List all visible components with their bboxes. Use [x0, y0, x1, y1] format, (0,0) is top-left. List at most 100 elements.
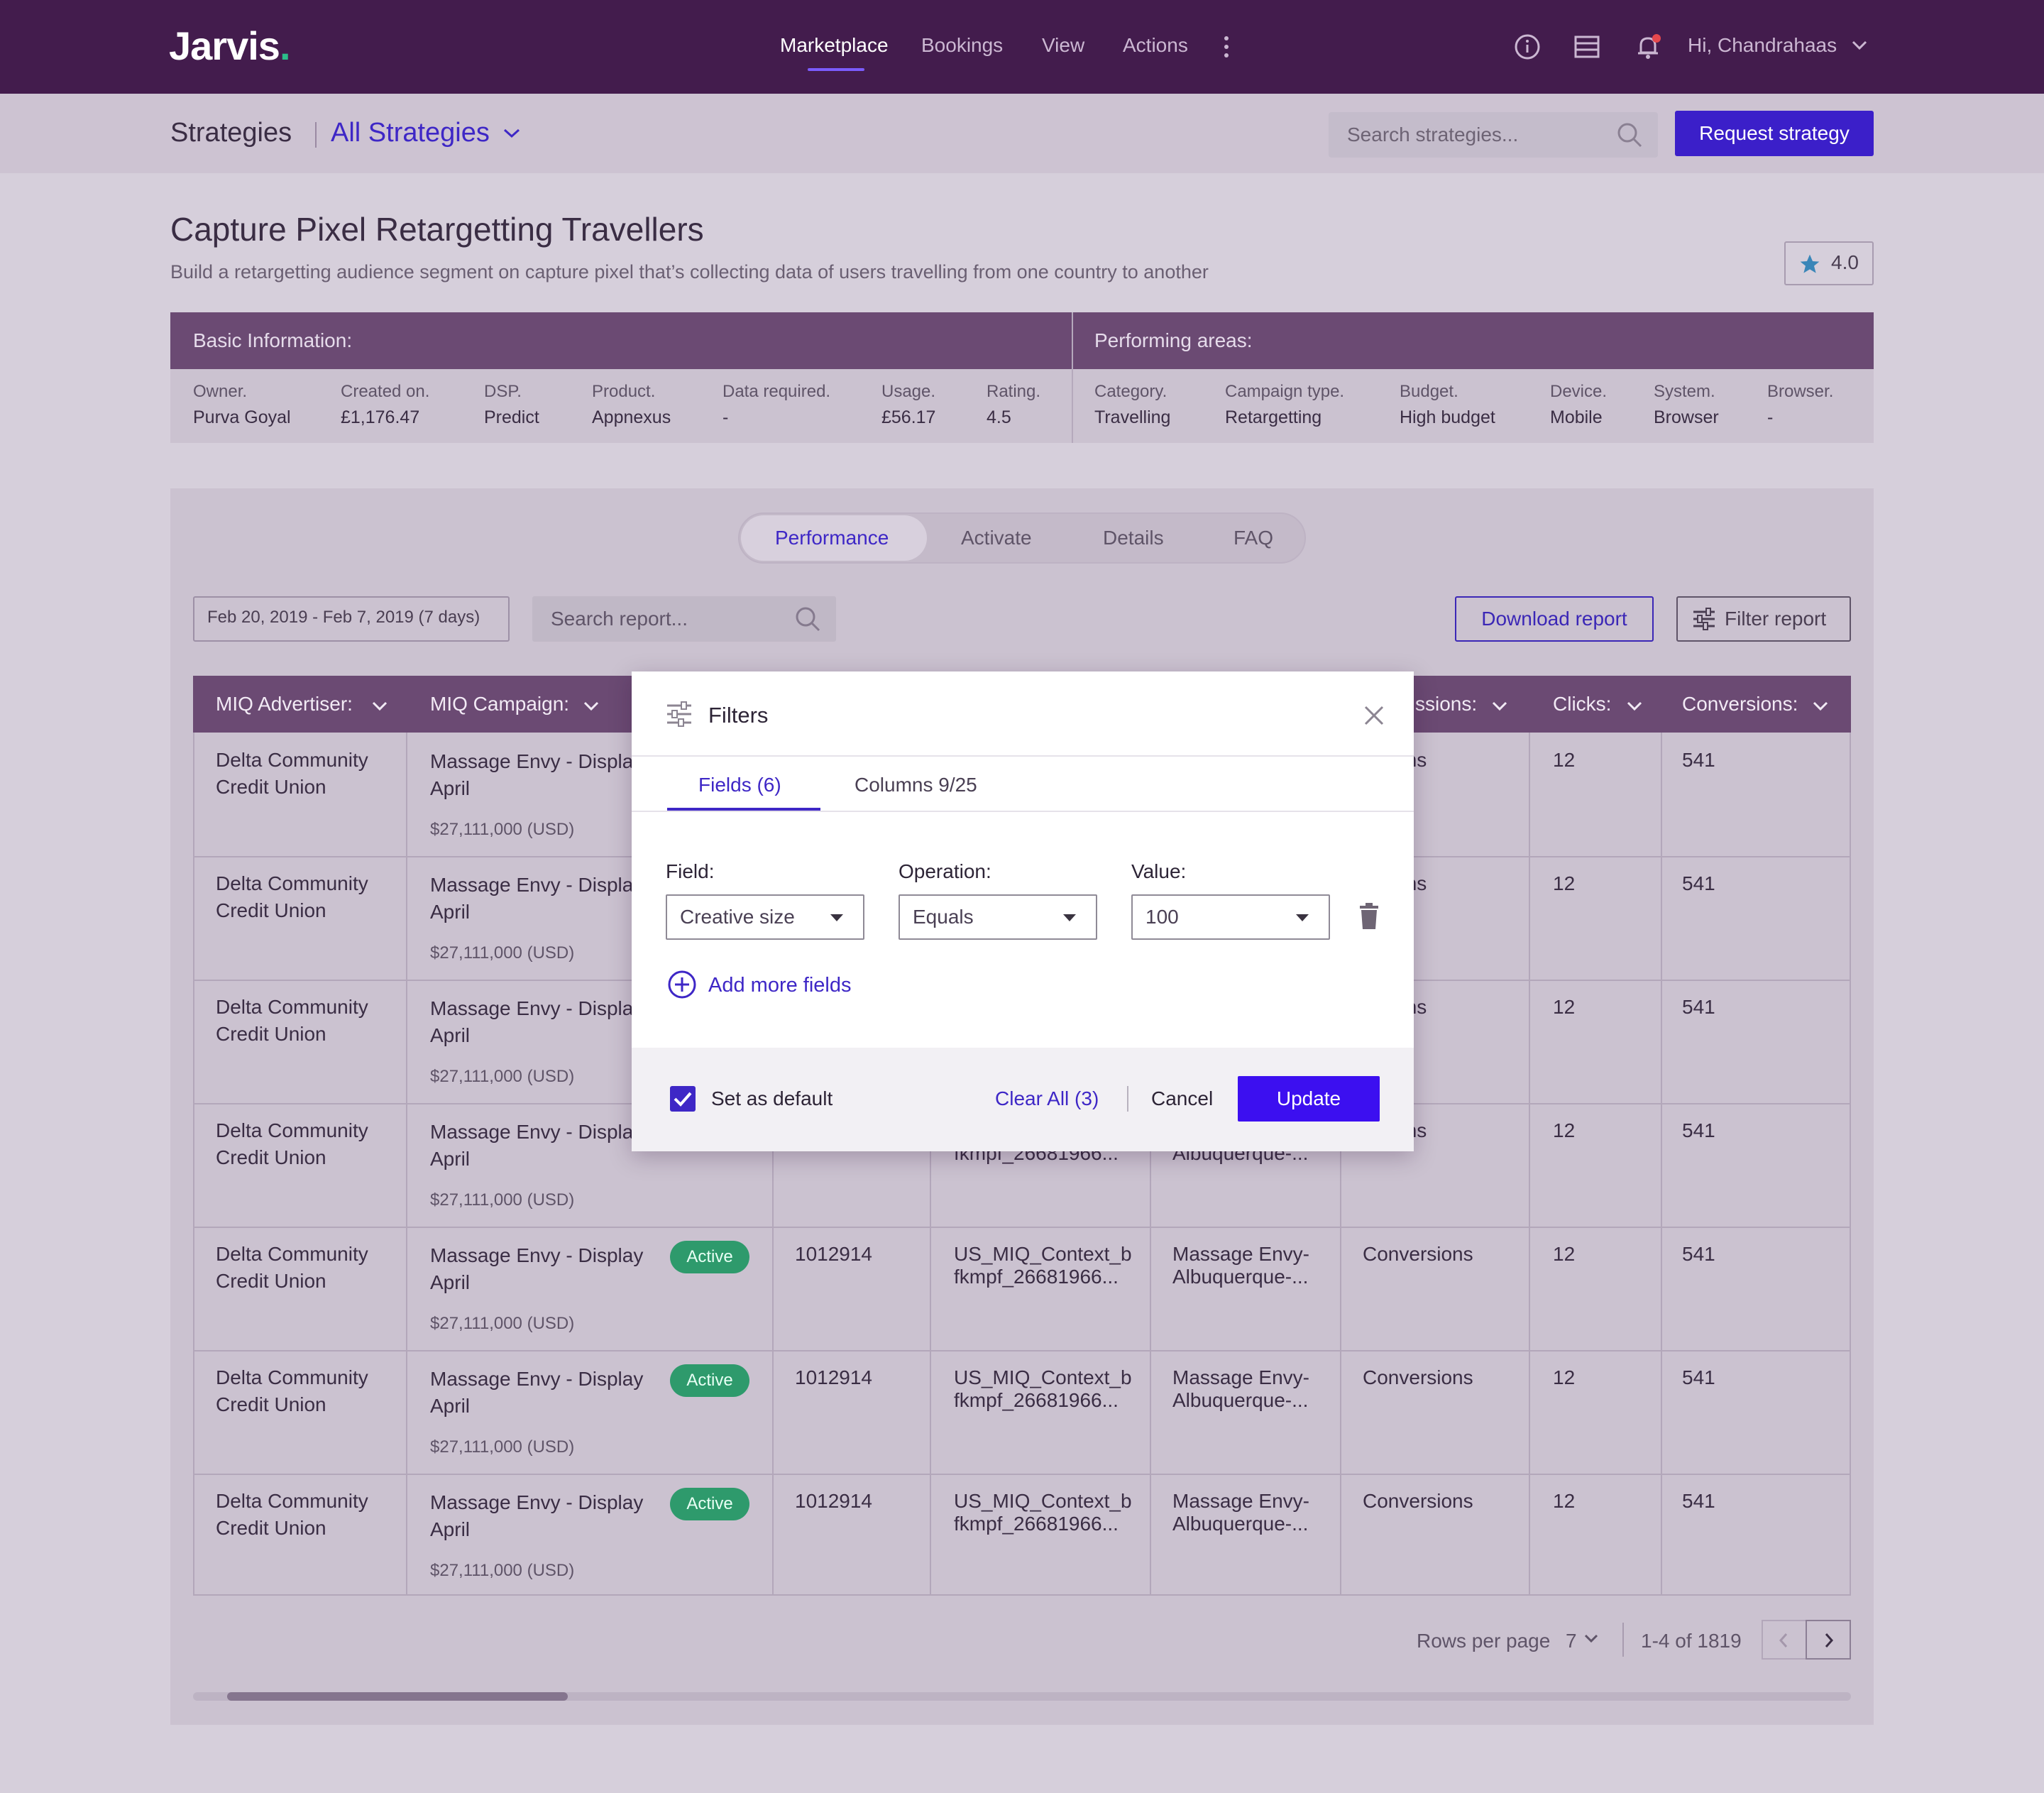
chevron-down-icon[interactable]: [1492, 701, 1507, 711]
cell-line-item: fkmpf_26681966...: [954, 1513, 1119, 1535]
info-label: Campaign type.: [1225, 382, 1345, 401]
cell-clicks: 12: [1553, 1119, 1576, 1141]
status-badge: Active: [670, 1241, 749, 1273]
chevron-down-icon[interactable]: [1813, 701, 1828, 711]
sliders-icon: [667, 701, 691, 727]
divider: [1622, 1623, 1624, 1657]
chevron-down-icon[interactable]: [1627, 701, 1642, 711]
row-divider: [193, 1350, 1851, 1351]
tab-activate[interactable]: Activate: [961, 527, 1032, 549]
date-range-text: Feb 20, 2019 - Feb 7, 2019 (7 days): [207, 608, 480, 627]
cell-advertiser: Credit Union: [216, 776, 326, 798]
request-strategy-button[interactable]: Request strategy: [1675, 111, 1874, 156]
column-header-campaign[interactable]: MIQ Campaign:: [430, 693, 569, 715]
basic-info-heading: Basic Information:: [193, 329, 353, 351]
cell-campaign: Massage Envy - Displa: [430, 750, 634, 772]
tab-performance[interactable]: Performance: [775, 527, 889, 549]
cell-clicks: 12: [1553, 872, 1576, 894]
download-report-button[interactable]: Download report: [1455, 596, 1654, 642]
column-divider: [1661, 733, 1662, 1596]
bell-icon[interactable]: [1634, 33, 1662, 61]
info-value: Browser: [1654, 407, 1719, 427]
rows-per-page-select[interactable]: 7: [1566, 1630, 1577, 1652]
strategy-title: Capture Pixel Retargetting Travellers: [170, 211, 704, 248]
cell-id: 1012914: [795, 1366, 873, 1388]
operation-select-value: Equals: [913, 906, 974, 928]
chevron-down-icon[interactable]: [583, 701, 599, 711]
cell-budget: $27,111,000 (USD): [430, 1437, 575, 1457]
value-select-value: 100: [1145, 906, 1179, 928]
trash-icon[interactable]: [1358, 903, 1380, 930]
search-icon[interactable]: [1615, 121, 1644, 149]
cell-campaign: Massage Envy - Displa: [430, 874, 634, 896]
nav-bookings[interactable]: Bookings: [921, 34, 1003, 57]
search-icon[interactable]: [793, 605, 822, 633]
info-value: -: [722, 407, 729, 427]
column-divider: [1529, 733, 1530, 1596]
info-label: Usage.: [881, 382, 936, 401]
cell-campaign: April: [430, 1271, 471, 1293]
scrollbar-thumb[interactable]: [227, 1692, 568, 1701]
close-icon[interactable]: [1363, 704, 1385, 727]
chevron-down-icon[interactable]: [372, 701, 388, 711]
clear-all-button[interactable]: Clear All (3): [995, 1087, 1099, 1110]
cell-budget: $27,111,000 (USD): [430, 943, 575, 963]
strategy-selector[interactable]: All Strategies: [331, 118, 490, 148]
cell-goal: Conversions: [1363, 1366, 1473, 1388]
column-header-advertiser[interactable]: MIQ Advertiser:: [216, 693, 353, 715]
chevron-down-icon[interactable]: [1584, 1634, 1598, 1644]
column-header-goal[interactable]: ssions:: [1415, 693, 1477, 715]
column-header-conversions[interactable]: Conversions:: [1682, 693, 1798, 715]
tab-fields[interactable]: Fields (6): [698, 774, 781, 796]
brand-logo[interactable]: Jarvis.: [169, 23, 290, 69]
info-value: £1,176.47: [341, 407, 420, 427]
cell-line-item: fkmpf_26681966...: [954, 1389, 1119, 1411]
cell-clicks: 12: [1553, 996, 1576, 1018]
chevron-left-icon: [1779, 1633, 1788, 1647]
rating-button[interactable]: [1784, 241, 1874, 285]
user-greeting[interactable]: Hi, Chandrahaas: [1688, 34, 1837, 57]
cell-goal: Conversions: [1363, 1490, 1473, 1512]
chevron-down-icon[interactable]: [1851, 40, 1868, 51]
column-divider: [406, 733, 407, 1596]
info-label: Budget.: [1400, 382, 1458, 401]
tab-faq[interactable]: FAQ: [1233, 527, 1273, 549]
chevron-down-icon[interactable]: [502, 128, 521, 139]
cell-conversions: 541: [1682, 1490, 1715, 1512]
tab-columns[interactable]: Columns 9/25: [855, 774, 977, 796]
set-default-label[interactable]: Set as default: [711, 1087, 833, 1110]
search-placeholder: Search strategies...: [1347, 124, 1519, 146]
nav-marketplace[interactable]: Marketplace: [780, 34, 889, 57]
table-icon[interactable]: [1573, 33, 1601, 61]
status-badge: Active: [670, 1488, 749, 1520]
tab-details[interactable]: Details: [1103, 527, 1164, 549]
cell-campaign: April: [430, 1148, 471, 1170]
nav-actions[interactable]: Actions: [1123, 34, 1188, 57]
column-header-clicks[interactable]: Clicks:: [1553, 693, 1611, 715]
info-label: Product.: [592, 382, 656, 401]
cell-campaign: April: [430, 901, 471, 923]
performing-areas-heading: Performing areas:: [1094, 329, 1253, 351]
cell-campaign: April: [430, 777, 471, 799]
info-icon[interactable]: [1513, 33, 1542, 61]
cell-campaign: April: [430, 1024, 471, 1046]
cell-advertiser: Credit Union: [216, 1023, 326, 1045]
sliders-icon: [1693, 608, 1715, 630]
more-vertical-icon[interactable]: [1219, 34, 1233, 60]
cancel-button[interactable]: Cancel: [1151, 1087, 1213, 1110]
row-divider: [193, 1227, 1851, 1228]
nav-view[interactable]: View: [1042, 34, 1084, 57]
info-label: DSP.: [484, 382, 522, 401]
add-more-fields-link[interactable]: Add more fields: [708, 974, 852, 997]
info-panel-body: [170, 369, 1874, 443]
filter-report-label: Filter report: [1725, 608, 1827, 630]
cell-id: 1012914: [795, 1490, 873, 1512]
rating-value: 4.0: [1831, 251, 1859, 273]
update-button[interactable]: Update: [1238, 1076, 1380, 1122]
cell-clicks: 12: [1553, 1366, 1576, 1388]
chevron-right-icon: [1825, 1633, 1834, 1647]
star-icon: [1800, 254, 1820, 273]
cell-advertiser: Delta Community: [216, 872, 368, 894]
add-circle-icon[interactable]: [667, 970, 697, 999]
field-label: Field:: [666, 860, 715, 882]
